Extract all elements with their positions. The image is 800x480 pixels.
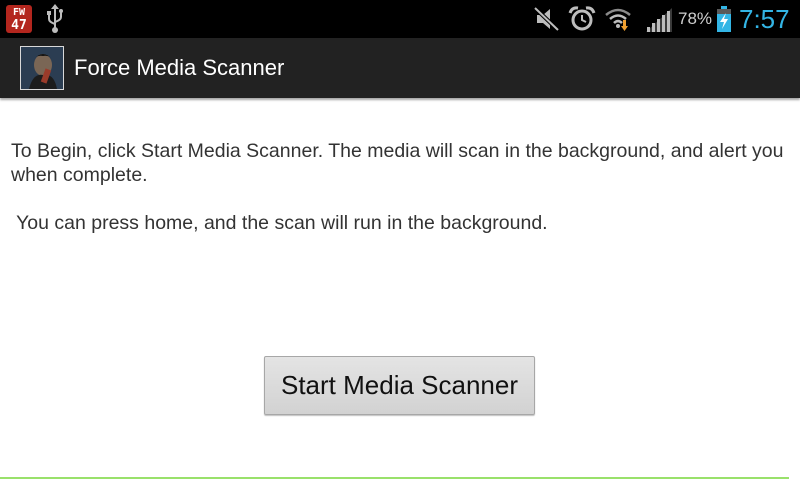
mute-icon [533,6,560,32]
background-info-text: You can press home, and the scan will ru… [11,212,548,234]
app-logo-icon [21,47,63,89]
battery-charging-icon [717,6,731,32]
alarm-icon [568,6,596,31]
usb-icon [47,4,63,33]
screen: FW 47 78% 7:57 Force Media Scanner To Be… [0,0,800,480]
main-content: To Begin, click Start Media Scanner. The… [11,139,791,235]
clock: 7:57 [739,4,790,34]
status-bar: FW 47 78% 7:57 [0,0,800,38]
app-icon[interactable] [20,46,64,90]
signal-icon [646,8,672,32]
battery-percent: 78% [678,9,713,28]
notification-badge-icon[interactable]: FW 47 [6,5,32,33]
app-title: Force Media Scanner [74,55,285,80]
action-bar: Force Media Scanner [0,38,800,98]
instructions-text: To Begin, click Start Media Scanner. The… [11,140,784,186]
badge-line-2: 47 [11,18,27,33]
start-media-scanner-button[interactable]: Start Media Scanner [264,356,535,415]
wifi-icon [605,8,631,31]
bottom-divider [0,477,789,479]
